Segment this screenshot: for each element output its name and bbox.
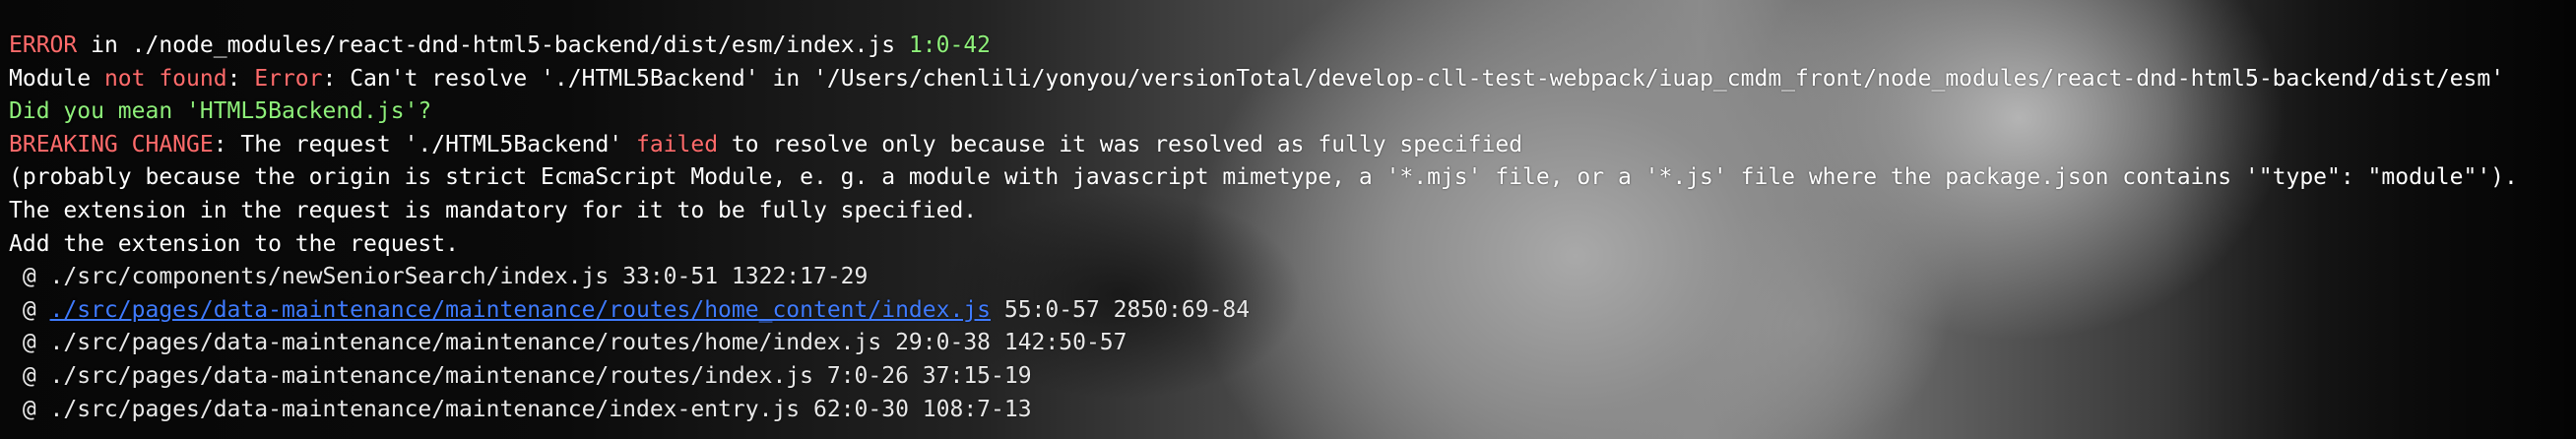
breaking-change-reason: to resolve only because it was resolved …: [718, 131, 1523, 157]
error-header-line: ERROR in ./node_modules/react-dnd-html5-…: [9, 30, 2569, 63]
stack-location: 55:0-57 2850:69-84: [991, 296, 1251, 323]
error-file-path: ./node_modules/react-dnd-html5-backend/d…: [131, 32, 896, 58]
breaking-change-line: BREAKING CHANGE: The request './HTML5Bac…: [9, 129, 2569, 162]
not-found-text: not found: [103, 65, 227, 92]
module-text: Module: [9, 65, 104, 92]
stack-path: ./src/pages/data-maintenance/maintenance…: [49, 396, 801, 422]
stack-trace-line: @ ./src/components/newSeniorSearch/index…: [9, 261, 2569, 294]
stack-prefix: @: [9, 296, 50, 323]
stack-path: ./src/pages/data-maintenance/maintenance…: [49, 330, 882, 356]
stack-location: 33:0-51 1322:17-29: [609, 264, 869, 290]
did-you-mean-line: Did you mean 'HTML5Backend.js'?: [9, 98, 432, 125]
error-label: ERROR: [9, 32, 78, 58]
stack-location: 29:0-38 142:50-57: [881, 330, 1127, 356]
stack-location: 7:0-26 37:15-19: [813, 362, 1032, 389]
error-word: Error: [254, 65, 323, 92]
stack-trace-line: @ ./src/pages/data-maintenance/maintenan…: [9, 394, 2569, 427]
stack-prefix: @: [9, 362, 50, 389]
breaking-change-request: : The request './HTML5Backend': [213, 131, 636, 157]
resolve-message: : Can't resolve './HTML5Backend' in '/Us…: [322, 65, 2505, 92]
stack-trace-line: @ ./src/pages/data-maintenance/maintenan…: [9, 327, 2569, 360]
stack-trace-line: @ ./src/pages/data-maintenance/maintenan…: [9, 294, 2569, 328]
in-text: in: [77, 32, 132, 58]
stack-trace-line: @ ./src/pages/data-maintenance/maintenan…: [9, 360, 2569, 394]
stack-prefix: @: [9, 396, 50, 422]
stack-location: 62:0-30 108:7-13: [800, 396, 1032, 422]
probably-because-line: (probably because the origin is strict E…: [9, 164, 2518, 191]
colon-text: :: [226, 65, 255, 92]
error-position: 1:0-42: [895, 32, 992, 58]
stack-path-link[interactable]: ./src/pages/data-maintenance/maintenance…: [50, 297, 991, 323]
extension-mandatory-line: The extension in the request is mandator…: [9, 197, 978, 223]
terminal-output: ERROR in ./node_modules/react-dnd-html5-…: [9, 30, 2569, 426]
add-extension-line: Add the extension to the request.: [9, 230, 459, 257]
failed-text: failed: [635, 131, 719, 157]
stack-path: ./src/components/newSeniorSearch/index.j…: [49, 264, 610, 290]
stack-prefix: @: [9, 264, 50, 290]
module-not-found-line: Module not found: Error: Can't resolve '…: [9, 63, 2569, 96]
stack-prefix: @: [9, 330, 50, 356]
breaking-change-label: BREAKING CHANGE: [9, 131, 214, 157]
stack-path: ./src/pages/data-maintenance/maintenance…: [49, 362, 813, 389]
